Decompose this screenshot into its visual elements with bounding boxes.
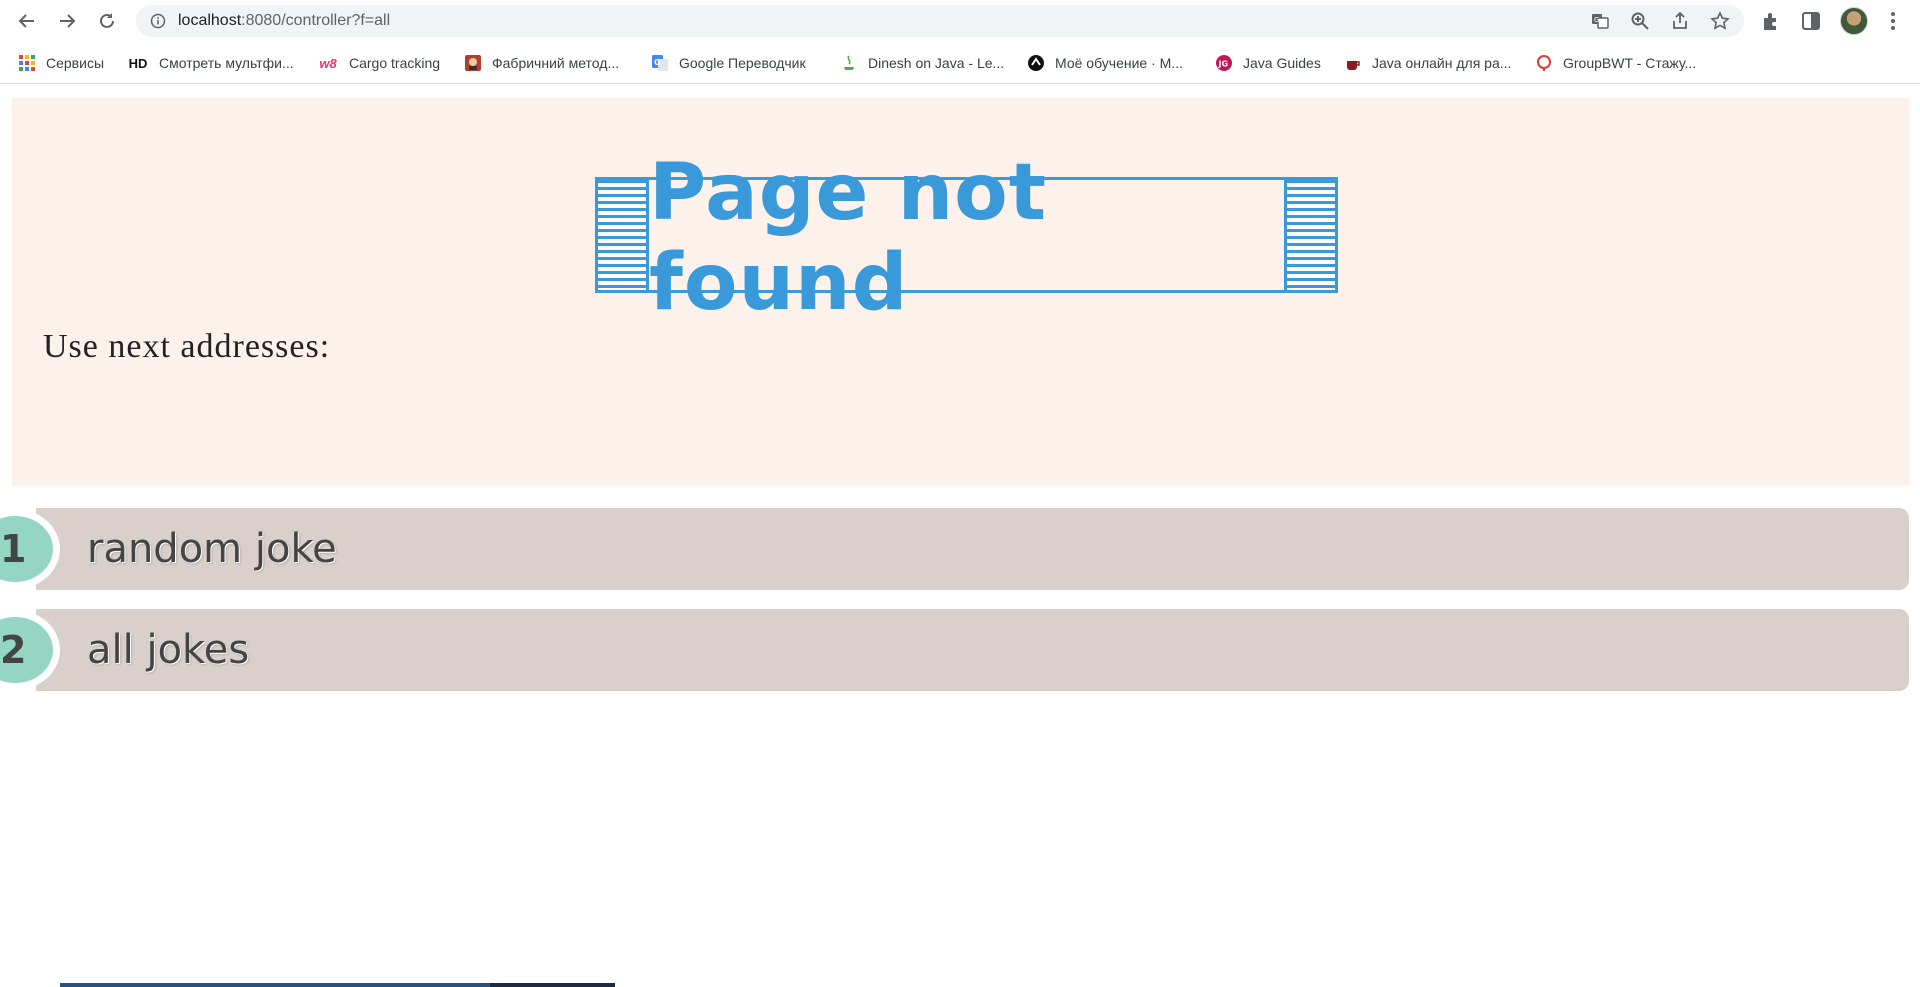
- link-bar[interactable]: [36, 609, 1909, 691]
- java-guides-icon: JG: [1215, 54, 1233, 72]
- reload-icon: [100, 13, 114, 28]
- bookmark-my-learning[interactable]: Моё обучение · M...: [1027, 42, 1183, 84]
- bookmark-cartoons[interactable]: HD Смотреть мультфи...: [127, 42, 294, 84]
- bookmark-label: Cargo tracking: [349, 55, 441, 71]
- svg-text:G: G: [654, 58, 661, 67]
- bookmark-cargo-tracking[interactable]: w8 Cargo tracking: [317, 42, 440, 84]
- info-icon[interactable]: [150, 13, 166, 29]
- page-subtitle: Use next addresses:: [43, 328, 331, 365]
- banner-center: Page not found: [646, 148, 1287, 328]
- bookmark-factory-method[interactable]: Фабричний метод...: [464, 42, 619, 84]
- title-banner: Page not found: [595, 148, 1338, 328]
- banner-stripes-left: [595, 177, 649, 293]
- java-cup-icon: [840, 54, 858, 72]
- banner-stripes-right: [1284, 177, 1338, 293]
- profile-avatar[interactable]: [1840, 7, 1868, 35]
- bookmark-label: Сервисы: [46, 55, 105, 71]
- arrow-left-icon: [18, 14, 34, 28]
- url-path: :8080/controller?f=all: [241, 12, 391, 29]
- taskbar-segment: [490, 983, 615, 987]
- address-bar[interactable]: localhost:8080/controller?f=all G: [136, 5, 1744, 37]
- bookmark-java-guides[interactable]: JG Java Guides: [1215, 42, 1321, 84]
- taskbar-segment: [60, 983, 490, 987]
- refactoring-guru-icon: [464, 54, 482, 72]
- apps-grid-icon: [18, 54, 36, 72]
- url-host: localhost: [178, 12, 242, 29]
- arrow-right-icon: [60, 14, 76, 28]
- url-text[interactable]: localhost:8080/controller?f=all: [178, 5, 390, 37]
- bookmark-label: Моё обучение · M...: [1055, 55, 1183, 71]
- bookmark-label: Фабричний метод...: [492, 55, 620, 71]
- bookmark-javarush[interactable]: Java онлайн для ра...: [1344, 42, 1511, 84]
- reload-button[interactable]: [92, 6, 122, 36]
- side-panel-icon[interactable]: [1800, 10, 1822, 32]
- groupbwt-icon: [1535, 54, 1553, 72]
- svg-text:G: G: [1594, 16, 1599, 24]
- bookmark-dinesh-on-java[interactable]: Dinesh on Java - Le...: [840, 42, 1004, 84]
- link-number: 1: [0, 527, 27, 571]
- link-number: 2: [0, 628, 27, 672]
- zoom-icon[interactable]: [1630, 11, 1650, 31]
- share-icon[interactable]: [1670, 11, 1690, 31]
- w8-icon: w8: [319, 55, 337, 71]
- link-label[interactable]: all jokes: [87, 609, 249, 691]
- bookmark-label: Java Guides: [1243, 55, 1321, 71]
- learning-icon: [1027, 54, 1045, 72]
- bookmark-label: Java онлайн для ра...: [1372, 55, 1512, 71]
- bookmark-label: Dinesh on Java - Le...: [868, 55, 1005, 71]
- extensions-icon[interactable]: [1760, 10, 1782, 32]
- bookmark-star-icon[interactable]: [1710, 11, 1730, 31]
- svg-text:JG: JG: [1218, 60, 1229, 69]
- javarush-icon: [1344, 54, 1362, 72]
- bookmarks-bar: Сервисы HD Смотреть мультфи... w8 Cargo …: [0, 42, 1920, 84]
- bookmark-label: Google Переводчик: [679, 55, 806, 71]
- bookmark-label: GroupBWT - Стажу...: [1563, 55, 1697, 71]
- menu-dots-icon[interactable]: [1882, 10, 1904, 32]
- forward-button[interactable]: [52, 6, 82, 36]
- browser-toolbar: localhost:8080/controller?f=all G: [0, 0, 1920, 42]
- back-button[interactable]: [12, 6, 42, 36]
- link-random-joke[interactable]: 1 random joke: [0, 508, 1909, 590]
- link-label[interactable]: random joke: [87, 508, 337, 590]
- bookmark-groupbwt[interactable]: GroupBWT - Стажу...: [1535, 42, 1696, 84]
- hero-section: Page not found Use next addresses:: [12, 98, 1909, 486]
- bookmark-google-translate[interactable]: G Google Переводчик: [651, 42, 806, 84]
- taskbar-edge: [0, 983, 1920, 987]
- link-all-jokes[interactable]: 2 all jokes: [0, 609, 1909, 691]
- hd-icon: HD: [128, 55, 148, 71]
- bookmark-services[interactable]: Сервисы: [18, 42, 104, 84]
- bookmark-label: Смотреть мультфи...: [159, 55, 294, 71]
- page-title: Page not found: [649, 148, 1047, 328]
- google-translate-icon: G: [651, 54, 669, 72]
- page-content: Page not found Use next addresses: 1 ran…: [0, 85, 1920, 987]
- translate-icon[interactable]: G: [1590, 11, 1610, 31]
